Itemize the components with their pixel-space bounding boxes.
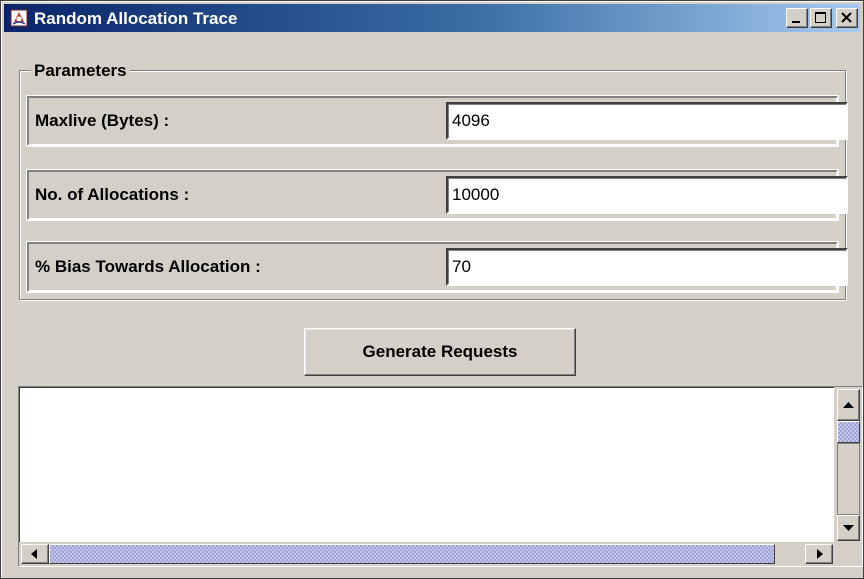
maximize-icon xyxy=(815,12,826,23)
horizontal-scrollbar[interactable] xyxy=(19,542,835,566)
generate-requests-button[interactable]: Generate Requests xyxy=(304,328,576,376)
allocations-label: No. of Allocations : xyxy=(35,185,190,204)
horizontal-scroll-thumb[interactable] xyxy=(49,544,775,564)
output-text-area[interactable] xyxy=(19,387,834,542)
scroll-right-button[interactable] xyxy=(805,544,833,564)
bias-label: % Bias Towards Allocation : xyxy=(35,257,261,276)
minimize-icon xyxy=(792,21,800,23)
scrollbar-corner xyxy=(835,542,862,566)
arrow-right-icon xyxy=(817,549,823,559)
maxlive-label: Maxlive (Bytes) : xyxy=(35,111,170,130)
maxlive-input[interactable] xyxy=(446,102,848,140)
java-duke-icon xyxy=(10,9,28,27)
parameters-group-label: Parameters xyxy=(31,61,130,81)
allocations-row: No. of Allocations : xyxy=(26,169,848,221)
title-bar[interactable]: Random Allocation Trace xyxy=(4,4,860,32)
arrow-up-icon xyxy=(843,402,854,408)
scroll-left-button[interactable] xyxy=(21,544,49,564)
maxlive-row: Maxlive (Bytes) : xyxy=(26,95,848,147)
app-window: Random Allocation Trace Parameters Maxli… xyxy=(0,0,864,579)
scroll-up-button[interactable] xyxy=(837,389,860,421)
scroll-down-button[interactable] xyxy=(837,515,860,541)
arrow-left-icon xyxy=(31,549,37,559)
vertical-scroll-track[interactable] xyxy=(837,443,860,515)
maximize-button[interactable] xyxy=(810,8,832,28)
window-title: Random Allocation Trace xyxy=(34,9,238,28)
vertical-scroll-thumb[interactable] xyxy=(837,421,860,443)
minimize-button[interactable] xyxy=(786,8,808,28)
allocations-input[interactable] xyxy=(446,176,848,214)
bias-input[interactable] xyxy=(446,248,848,286)
vertical-scrollbar[interactable] xyxy=(835,387,862,542)
close-button[interactable] xyxy=(836,8,858,28)
close-icon xyxy=(841,12,852,23)
arrow-down-icon xyxy=(843,525,854,531)
bias-row: % Bias Towards Allocation : xyxy=(26,241,848,293)
output-scroll-pane xyxy=(18,386,863,567)
